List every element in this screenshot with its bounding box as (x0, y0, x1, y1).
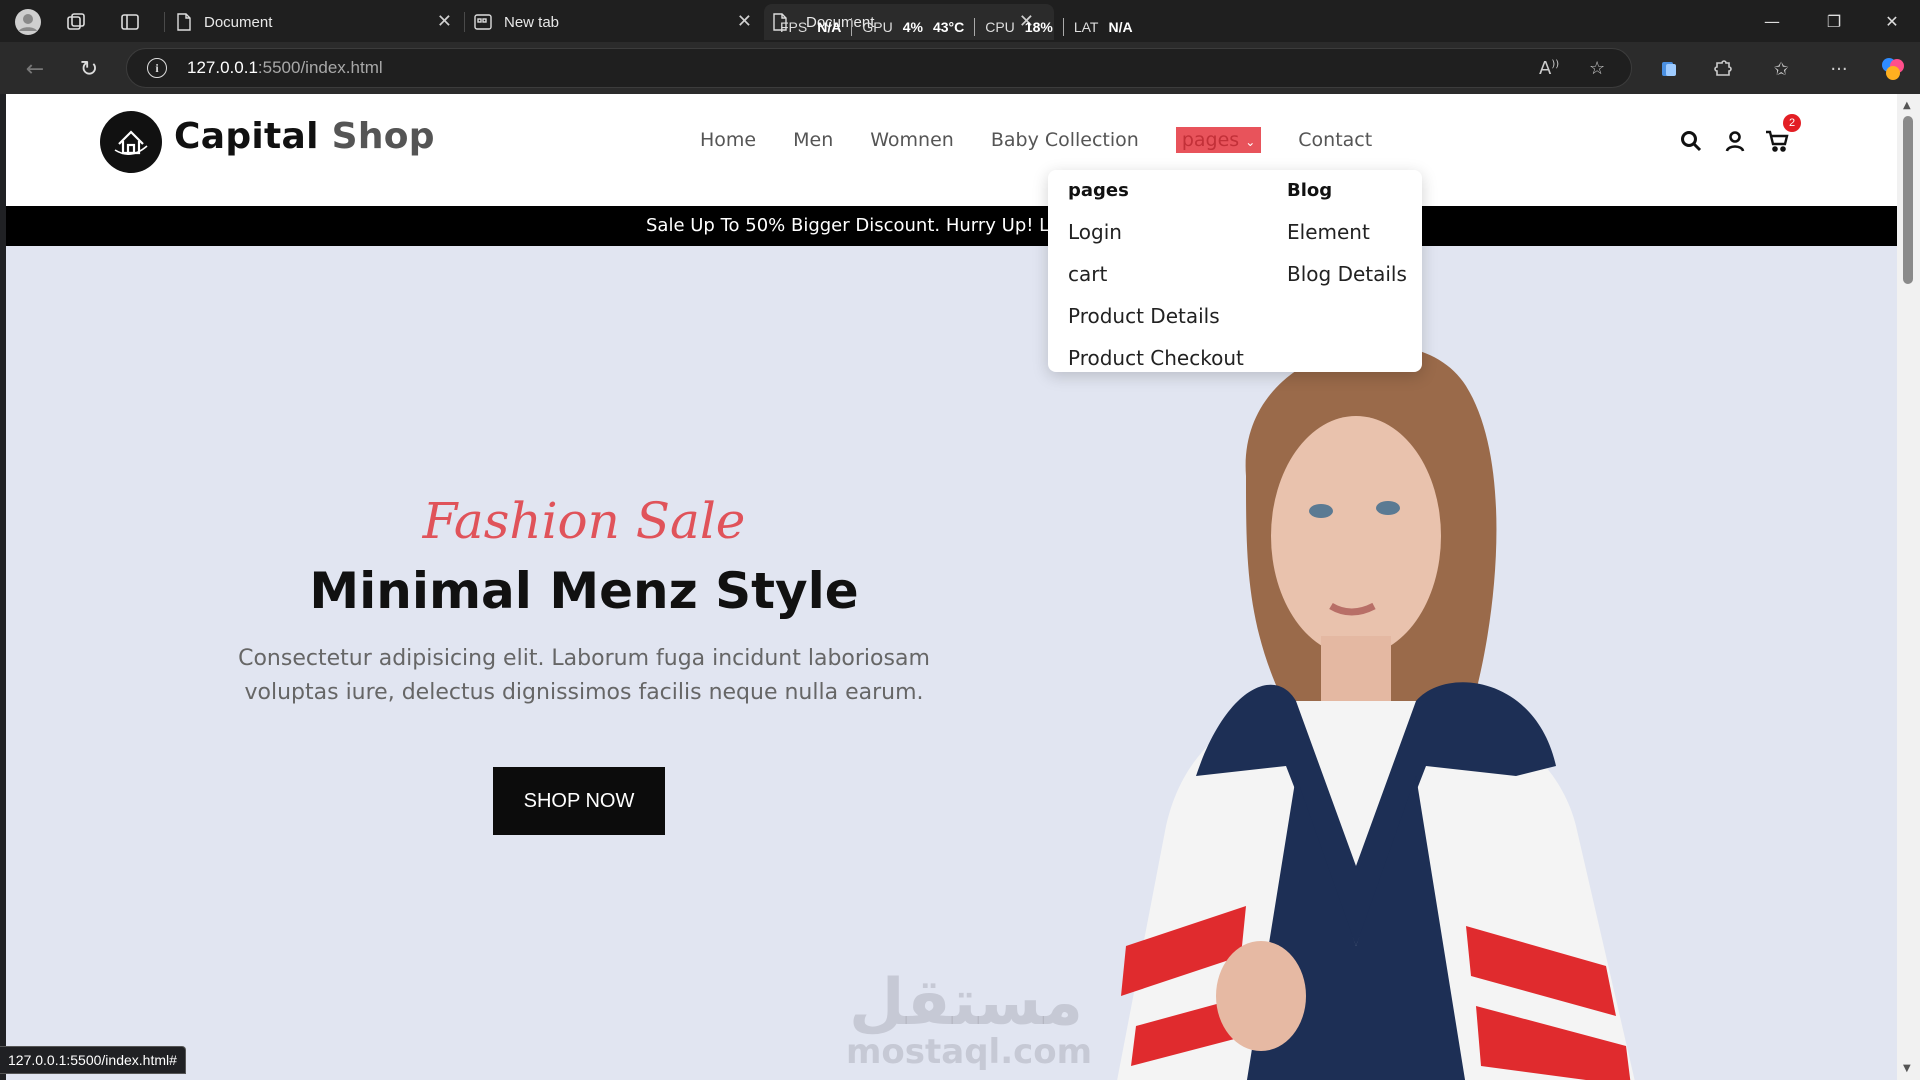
nav-men[interactable]: Men (793, 129, 833, 151)
dropdown-link-blog-details[interactable]: Blog Details (1287, 262, 1407, 286)
tab-title: Document (204, 13, 273, 31)
dropdown-link-product-details[interactable]: Product Details (1068, 304, 1220, 328)
close-window-icon[interactable]: ✕ (1872, 8, 1912, 34)
read-aloud-icon[interactable]: A)) (1539, 58, 1559, 79)
dropdown-link-login[interactable]: Login (1068, 220, 1122, 244)
page-icon (177, 13, 191, 31)
watermark-english: mostaql.com (846, 1032, 1093, 1072)
url-host: 127.0.0.1 (187, 58, 258, 77)
tab-title: New tab (504, 13, 560, 31)
profile-avatar-icon[interactable] (14, 8, 42, 36)
site-header: Capital Shop Home Men Womnen Baby Collec… (6, 94, 1897, 206)
promo-text: Sale Up To 50% Bigger Discount. Hurry Up… (646, 215, 1055, 236)
scroll-down-icon[interactable]: ▼ (1903, 1063, 1911, 1074)
cpu-value: 18% (1024, 19, 1053, 35)
main-navigation: Home Men Womnen Baby Collection pages ⌄ C… (700, 122, 1409, 158)
favorite-star-icon[interactable]: ☆ (1589, 58, 1605, 79)
minimize-icon[interactable]: — (1752, 8, 1792, 34)
watermark: مستقل mostaql.com (846, 966, 1093, 1072)
logo-text[interactable]: Capital Shop (174, 116, 435, 157)
url-text[interactable]: 127.0.0.1:5500/index.html (187, 58, 383, 78)
favorites-icon[interactable]: ✩ (1768, 56, 1794, 82)
address-bar[interactable]: i 127.0.0.1:5500/index.html A)) ☆ (126, 48, 1632, 88)
overlay-separator (1062, 18, 1064, 36)
dropdown-heading-blog: Blog (1287, 180, 1333, 201)
gpu-value: 4% (902, 19, 923, 35)
vertical-tabs-icon[interactable] (116, 8, 144, 36)
cart-icon[interactable] (1764, 128, 1790, 154)
lat-label: LAT (1073, 19, 1099, 35)
tab-document-1[interactable]: Document ✕ (172, 4, 462, 40)
back-icon[interactable]: ← (20, 54, 50, 84)
hero-section: Fashion Sale Minimal Menz Style Consecte… (6, 246, 1897, 1080)
hero-title: Minimal Menz Style (309, 562, 859, 620)
tab-new-tab[interactable]: New tab ✕ (472, 4, 762, 40)
dropdown-link-cart[interactable]: cart (1068, 262, 1107, 286)
site-info-icon[interactable]: i (147, 58, 167, 78)
watermark-arabic: مستقل (848, 966, 1084, 1040)
lat-value: N/A (1108, 19, 1133, 35)
status-bar-url: 127.0.0.1:5500/index.html# (0, 1046, 186, 1074)
user-icon[interactable] (1722, 128, 1748, 154)
copilot-sidebar-icon[interactable] (1656, 56, 1682, 82)
more-menu-icon[interactable]: ··· (1826, 56, 1852, 82)
extensions-icon[interactable] (1710, 56, 1736, 82)
browser-tab-bar: Document ✕ New tab ✕ Document ✕ FPS N/A … (0, 0, 1920, 42)
nav-women[interactable]: Womnen (870, 129, 954, 151)
hero-description: Consectetur adipisicing elit. Laborum fu… (238, 646, 930, 705)
nav-home[interactable]: Home (700, 129, 756, 151)
logo-main: Capital (174, 116, 319, 157)
restore-icon[interactable]: ❐ (1814, 8, 1854, 34)
fps-value: N/A (817, 19, 842, 35)
cart-count-badge: 2 (1783, 114, 1801, 132)
logo-secondary: Shop (331, 116, 435, 157)
web-page: Capital Shop Home Men Womnen Baby Collec… (6, 94, 1897, 1080)
new-tab-page-icon (474, 14, 492, 30)
nav-pages[interactable]: pages ⌄ (1175, 127, 1262, 153)
nav-baby-collection[interactable]: Baby Collection (991, 129, 1139, 151)
hero-model-image (1117, 344, 1635, 1080)
scroll-up-icon[interactable]: ▲ (1903, 100, 1911, 111)
logo-icon[interactable] (100, 111, 162, 173)
overlay-separator (974, 18, 976, 36)
nav-contact[interactable]: Contact (1298, 129, 1372, 151)
refresh-icon[interactable]: ↻ (74, 54, 104, 84)
close-tab-icon[interactable]: ✕ (737, 12, 752, 30)
gpu-label: GPU (862, 19, 893, 35)
tab-separator (164, 12, 165, 32)
hero-subtitle: Fashion Sale (422, 492, 746, 550)
promo-bar: Sale Up To 50% Bigger Discount. Hurry Up… (6, 206, 1897, 246)
chevron-down-icon: ⌄ (1245, 135, 1256, 149)
search-icon[interactable] (1678, 128, 1704, 154)
close-tab-icon[interactable]: ✕ (437, 12, 452, 30)
overlay-separator (851, 18, 853, 36)
browser-toolbar: ← ↻ i 127.0.0.1:5500/index.html A)) ☆ (0, 42, 1920, 94)
nav-pages-label: pages (1181, 129, 1240, 151)
workspaces-icon[interactable] (62, 8, 90, 36)
dropdown-link-element[interactable]: Element (1287, 220, 1370, 244)
pages-dropdown-menu: pages Login cart Product Details Product… (1048, 170, 1422, 372)
fps-label: FPS (780, 19, 808, 35)
gpu-temp: 43°C (932, 19, 965, 35)
page-scrollbar[interactable]: ▲ ▼ (1897, 94, 1920, 1080)
shop-now-button[interactable]: SHOP NOW (493, 767, 665, 835)
url-path: :5500/index.html (257, 58, 383, 77)
scroll-thumb[interactable] (1903, 116, 1913, 284)
dropdown-heading-pages: pages (1068, 180, 1129, 201)
performance-overlay: FPS N/A GPU 4% 43°C CPU 18% LAT N/A (780, 14, 1133, 40)
cpu-label: CPU (985, 19, 1015, 35)
dropdown-link-product-checkout[interactable]: Product Checkout (1068, 346, 1244, 370)
copilot-icon[interactable] (1880, 56, 1906, 82)
tab-separator (464, 12, 465, 32)
